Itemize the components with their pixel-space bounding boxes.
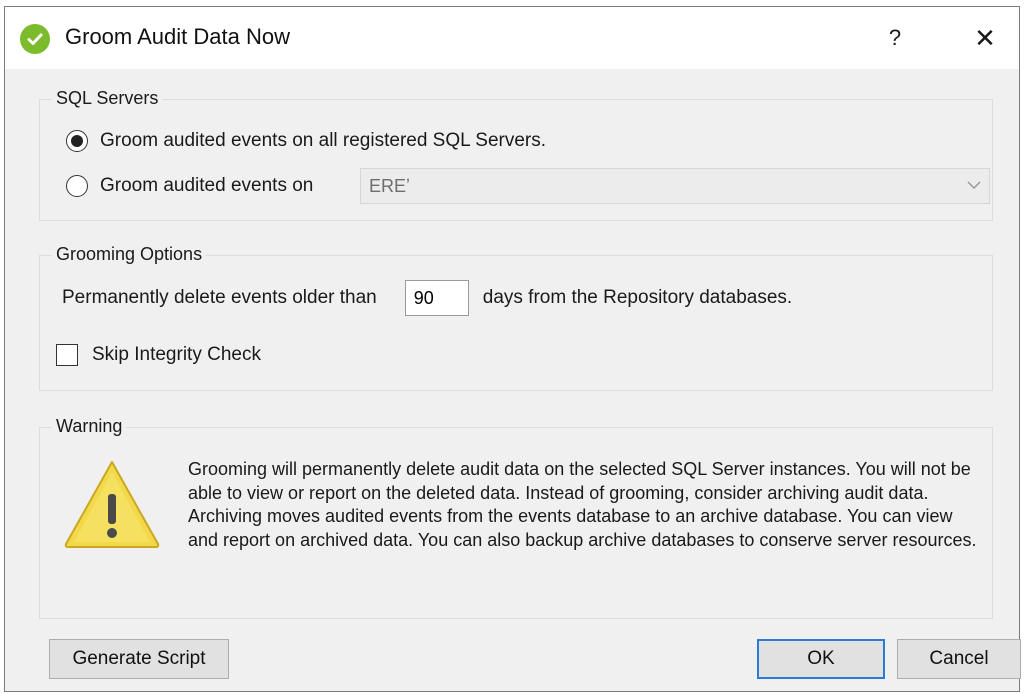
retention-row: Permanently delete events older than day…	[62, 280, 792, 316]
retention-suffix-label: days from the Repository databases.	[482, 287, 793, 308]
warning-group: Warning Grooming will permanently delete…	[39, 416, 993, 619]
check-circle-icon	[20, 24, 50, 54]
warning-icon	[62, 458, 162, 550]
groom-audit-dialog: Groom Audit Data Now ? ✕ SQL Servers Gro…	[4, 6, 1021, 692]
radio-row-all-servers[interactable]: Groom audited events on all registered S…	[66, 130, 546, 152]
radio-all-servers-label[interactable]: Groom audited events on all registered S…	[100, 130, 546, 152]
days-input[interactable]	[404, 280, 469, 316]
grooming-options-group: Grooming Options Permanently delete even…	[39, 244, 993, 391]
radio-selected-dot	[71, 135, 83, 147]
skip-integrity-checkbox[interactable]	[56, 344, 78, 366]
sql-servers-group: SQL Servers Groom audited events on all …	[39, 88, 993, 221]
radio-row-specific-server[interactable]: Groom audited events on	[66, 175, 313, 197]
skip-integrity-label[interactable]: Skip Integrity Check	[92, 344, 261, 366]
server-select[interactable]: EREʼ	[360, 168, 990, 204]
ok-button[interactable]: OK	[757, 639, 885, 679]
dialog-title: Groom Audit Data Now	[65, 24, 290, 49]
warning-group-label: Warning	[52, 416, 127, 437]
help-button[interactable]: ?	[865, 17, 925, 59]
grooming-options-group-label: Grooming Options	[52, 244, 207, 265]
server-select-value: EREʼ	[369, 175, 411, 196]
radio-all-servers[interactable]	[66, 130, 88, 152]
generate-script-button[interactable]: Generate Script	[49, 639, 229, 679]
cancel-button[interactable]: Cancel	[897, 639, 1021, 679]
title-bar: Groom Audit Data Now ? ✕	[5, 7, 1019, 69]
radio-specific-server[interactable]	[66, 175, 88, 197]
skip-integrity-row[interactable]: Skip Integrity Check	[56, 344, 261, 366]
warning-message: Grooming will permanently delete audit d…	[188, 459, 977, 550]
radio-specific-server-label[interactable]: Groom audited events on	[100, 175, 313, 197]
close-button[interactable]: ✕	[955, 17, 1015, 59]
retention-prefix-label: Permanently delete events older than	[62, 287, 377, 308]
chevron-down-icon[interactable]	[959, 177, 989, 195]
sql-servers-group-label: SQL Servers	[52, 88, 163, 109]
